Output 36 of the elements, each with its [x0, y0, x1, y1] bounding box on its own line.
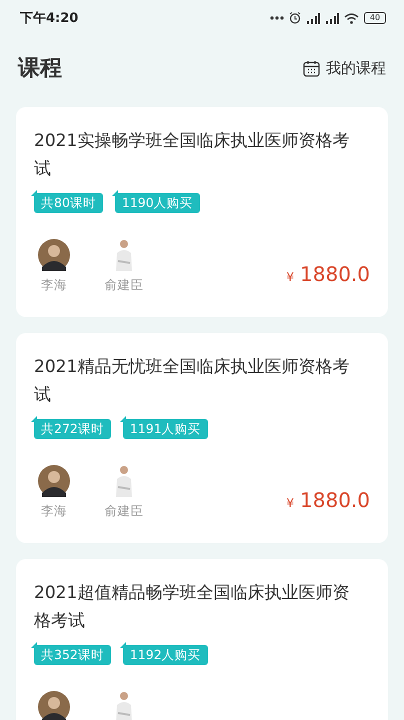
avatar: [114, 465, 134, 497]
course-tag: 1190人购买: [114, 193, 200, 213]
course-tag: 共272课时: [34, 419, 111, 439]
course-card[interactable]: 2021实操畅学班全国临床执业医师资格考试 共80课时 1190人购买 李海 俞建臣 ¥ 1880.0: [16, 107, 388, 317]
signal-icon: [325, 12, 339, 24]
currency-symbol: ¥: [286, 496, 294, 510]
calendar-icon: [303, 60, 320, 76]
avatar: [38, 239, 70, 271]
course-tag: 1192人购买: [122, 645, 208, 665]
course-tag: 1191人购买: [122, 419, 208, 439]
my-courses-button[interactable]: 我的课程: [303, 58, 386, 78]
alarm-icon: [289, 12, 301, 24]
course-tag: 共80课时: [34, 193, 103, 213]
course-price: 1880.0: [300, 262, 370, 286]
avatar: [114, 239, 134, 271]
teacher-name: 俞建臣: [104, 277, 144, 294]
status-time: 下午4:20: [20, 10, 78, 27]
avatar: [38, 691, 70, 720]
course-title: 2021超值精品畅学班全国临床执业医师资格考试: [34, 582, 350, 633]
teacher-name: 李海: [41, 503, 67, 520]
course-tag: 共352课时: [34, 645, 111, 665]
page-title: 课程: [18, 55, 62, 83]
avatar: [38, 465, 70, 497]
battery-icon: 40: [364, 12, 386, 24]
more-icon: [270, 16, 284, 20]
wifi-icon: [344, 12, 359, 24]
course-card[interactable]: 2021精品无忧班全国临床执业医师资格考试 共272课时 1191人购买 李海 俞建臣 ¥ 1880.0: [16, 333, 388, 543]
teacher-name: 俞建臣: [104, 503, 144, 520]
course-card[interactable]: 2021超值精品畅学班全国临床执业医师资格考试 共352课时 1192人购买: [16, 559, 388, 720]
teacher-name: 李海: [41, 277, 67, 294]
currency-symbol: ¥: [286, 270, 294, 284]
signal-icon: [306, 12, 320, 24]
course-price: 1880.0: [300, 488, 370, 512]
avatar: [114, 691, 134, 720]
course-title: 2021精品无忧班全国临床执业医师资格考试: [34, 356, 350, 407]
course-title: 2021实操畅学班全国临床执业医师资格考试: [34, 130, 350, 181]
